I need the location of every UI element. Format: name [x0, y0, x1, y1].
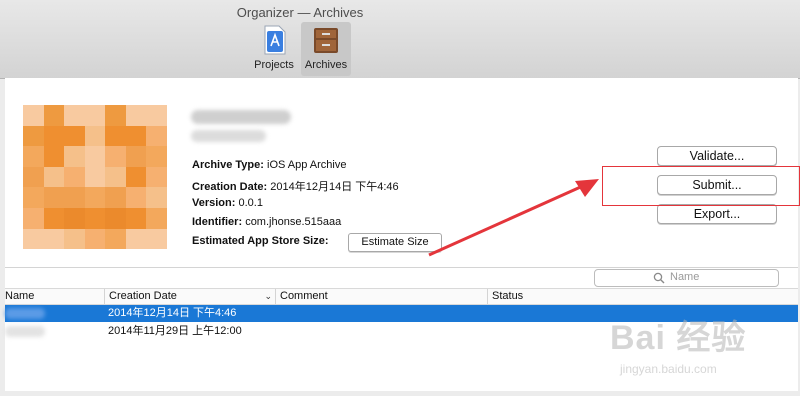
mosaic-cell	[23, 105, 44, 126]
annotation-arrow	[428, 179, 599, 257]
toolbar-projects-button[interactable]: Projects	[249, 22, 299, 76]
mosaic-cell	[146, 187, 167, 208]
mosaic-cell	[43, 187, 65, 208]
mosaic-cell	[105, 125, 126, 147]
mosaic-cell	[125, 125, 147, 147]
column-header-name[interactable]: Name	[5, 289, 104, 304]
archive-box-icon	[311, 25, 341, 55]
mosaic-cell	[146, 125, 167, 147]
identifier-value: com.jhonse.515aaa	[245, 216, 342, 228]
validate-button[interactable]: Validate...	[657, 146, 777, 166]
mosaic-cell	[43, 207, 65, 229]
mosaic-cell	[105, 166, 126, 188]
mosaic-cell	[64, 146, 85, 167]
row-creation-date: 2014年11月29日 上午12:00	[108, 325, 242, 337]
app-icon	[23, 105, 167, 249]
version-value: 0.0.1	[238, 197, 263, 209]
archive-name-blurred	[5, 326, 45, 337]
mosaic-cell	[84, 187, 106, 208]
column-header-comment[interactable]: Comment	[275, 289, 488, 304]
mosaic-cell	[84, 228, 106, 249]
mosaic-cell	[64, 187, 85, 208]
export-button[interactable]: Export...	[657, 204, 777, 224]
mosaic-cell	[23, 166, 44, 188]
annotation-highlight-box	[602, 166, 800, 206]
mosaic-cell	[23, 207, 44, 229]
mosaic-cell	[84, 207, 106, 229]
mosaic-cell	[23, 146, 44, 167]
version-label: Version:	[192, 197, 236, 209]
archive-table-header: Name Creation Date ⌄ Comment Status	[5, 288, 798, 305]
mosaic-cell	[84, 105, 106, 126]
mosaic-cell	[64, 166, 85, 188]
mosaic-cell	[146, 105, 167, 126]
toolbar-projects-label: Projects	[254, 59, 294, 71]
row-creation-date: 2014年12月14日 下午4:46	[108, 307, 237, 319]
app-store-size-row: Estimated App Store Size:	[192, 235, 329, 247]
app-subtitle-blurred	[191, 130, 266, 142]
mosaic-cell	[64, 125, 85, 147]
mosaic-cell	[105, 228, 126, 249]
mosaic-cell	[43, 228, 65, 249]
mosaic-cell	[125, 166, 147, 188]
archive-type-label: Archive Type:	[192, 159, 264, 171]
mosaic-cell	[84, 166, 106, 188]
mosaic-cell	[125, 105, 147, 126]
mosaic-cell	[105, 146, 126, 167]
mosaic-cell	[23, 125, 44, 147]
creation-date-label: Creation Date:	[192, 181, 268, 193]
baidu-jingyan-watermark: Bai 经验 jingyan.baidu.com	[610, 310, 795, 380]
column-header-creation-date-label: Creation Date	[109, 290, 177, 302]
mosaic-cell	[23, 187, 44, 208]
watermark-url: jingyan.baidu.com	[620, 362, 717, 376]
mosaic-cell	[146, 166, 167, 188]
search-placeholder: Name	[670, 271, 700, 283]
mosaic-cell	[43, 166, 65, 188]
window-title: Organizer — Archives	[236, 5, 364, 20]
version-row: Version: 0.0.1	[192, 197, 263, 209]
mosaic-cell	[105, 187, 126, 208]
archive-type-value: iOS App Archive	[267, 159, 347, 171]
mosaic-cell	[64, 228, 85, 249]
mosaic-cell	[23, 228, 44, 249]
app-name-blurred	[191, 110, 291, 124]
mosaic-cell	[105, 105, 126, 126]
mosaic-cell	[43, 105, 65, 126]
mosaic-cell	[125, 207, 147, 229]
watermark-logo: Bai 经验	[610, 319, 747, 357]
search-field[interactable]: Name	[594, 269, 779, 287]
app-store-size-label: Estimated App Store Size:	[192, 235, 329, 247]
sort-chevron-down-icon: ⌄	[264, 291, 272, 301]
search-icon	[653, 272, 665, 284]
toolbar: Organizer — Archives Projects Archives	[0, 0, 800, 79]
column-header-status[interactable]: Status	[487, 289, 799, 304]
mosaic-cell	[84, 125, 106, 147]
creation-date-value: 2014年12月14日 下午4:46	[270, 181, 399, 193]
mosaic-cell	[125, 187, 147, 208]
toolbar-archives-label: Archives	[304, 59, 348, 71]
toolbar-archives-button[interactable]: Archives	[301, 22, 351, 76]
mosaic-cell	[146, 207, 167, 229]
mosaic-cell	[43, 146, 65, 167]
mosaic-cell	[125, 146, 147, 167]
identifier-label: Identifier:	[192, 216, 243, 228]
mosaic-cell	[105, 207, 126, 229]
mosaic-cell	[146, 146, 167, 167]
mosaic-cell	[84, 146, 106, 167]
archive-type-row: Archive Type: iOS App Archive	[192, 159, 347, 171]
mosaic-cell	[43, 125, 65, 147]
identifier-row: Identifier: com.jhonse.515aaa	[192, 216, 341, 228]
creation-date-row: Creation Date: 2014年12月14日 下午4:46	[192, 178, 399, 194]
mosaic-cell	[146, 228, 167, 249]
divider	[5, 267, 798, 268]
mosaic-cell	[125, 228, 147, 249]
app-store-document-icon	[259, 25, 289, 55]
mosaic-cell	[64, 105, 85, 126]
mosaic-cell	[64, 207, 85, 229]
column-header-creation-date[interactable]: Creation Date ⌄	[104, 289, 276, 304]
archive-name-blurred	[5, 308, 45, 319]
